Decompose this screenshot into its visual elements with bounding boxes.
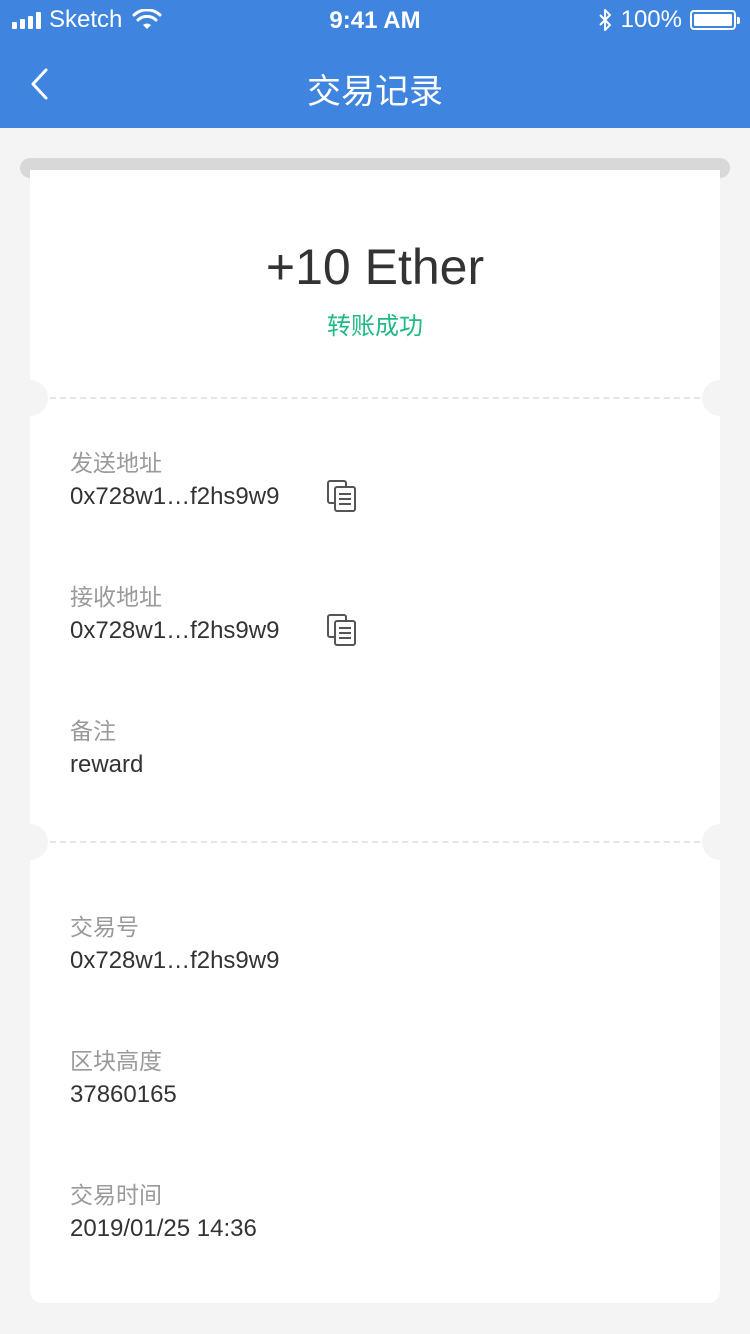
- battery-fill: [694, 14, 732, 26]
- perforation-notch-right: [702, 824, 738, 860]
- perforation-notch-left: [12, 380, 48, 416]
- app-header: Sketch 9:41 AM 100% 交易记录: [0, 0, 750, 128]
- status-right: 100%: [597, 6, 740, 34]
- divider: [50, 397, 700, 399]
- amount: +10 Ether: [265, 239, 485, 295]
- to-address: 0x728w1…f2hs9w9: [70, 617, 280, 644]
- from-label: 发送地址: [70, 450, 162, 476]
- memo-value: reward: [70, 751, 144, 778]
- block-height-value: 37860165: [70, 1081, 177, 1108]
- status-text: 转账成功: [327, 313, 423, 340]
- copy-icon[interactable]: [326, 613, 358, 647]
- divider: [50, 841, 700, 843]
- perforation-notch-left: [12, 824, 48, 860]
- battery-icon: [690, 10, 740, 30]
- status-bar: Sketch 9:41 AM 100%: [0, 0, 750, 40]
- transaction-card: +10 Ether 转账成功 发送地址 0x728w1…f2hs9w9 接收地址…: [12, 170, 738, 1303]
- tx-time-value: 2019/01/25 14:36: [70, 1215, 257, 1242]
- tx-time-label: 交易时间: [70, 1182, 162, 1208]
- txid-label: 交易号: [70, 914, 139, 940]
- nav-bar: 交易记录: [0, 40, 750, 128]
- from-address: 0x728w1…f2hs9w9: [70, 483, 280, 510]
- page-title: 交易记录: [307, 73, 443, 111]
- to-label: 接收地址: [70, 584, 162, 610]
- txid-value: 0x728w1…f2hs9w9: [70, 947, 280, 974]
- perforation-notch-right: [702, 380, 738, 416]
- copy-icon[interactable]: [326, 479, 358, 513]
- bluetooth-icon: [598, 9, 611, 31]
- battery-percent: 100%: [620, 6, 682, 33]
- block-height-label: 区块高度: [70, 1048, 162, 1074]
- memo-label: 备注: [70, 718, 116, 744]
